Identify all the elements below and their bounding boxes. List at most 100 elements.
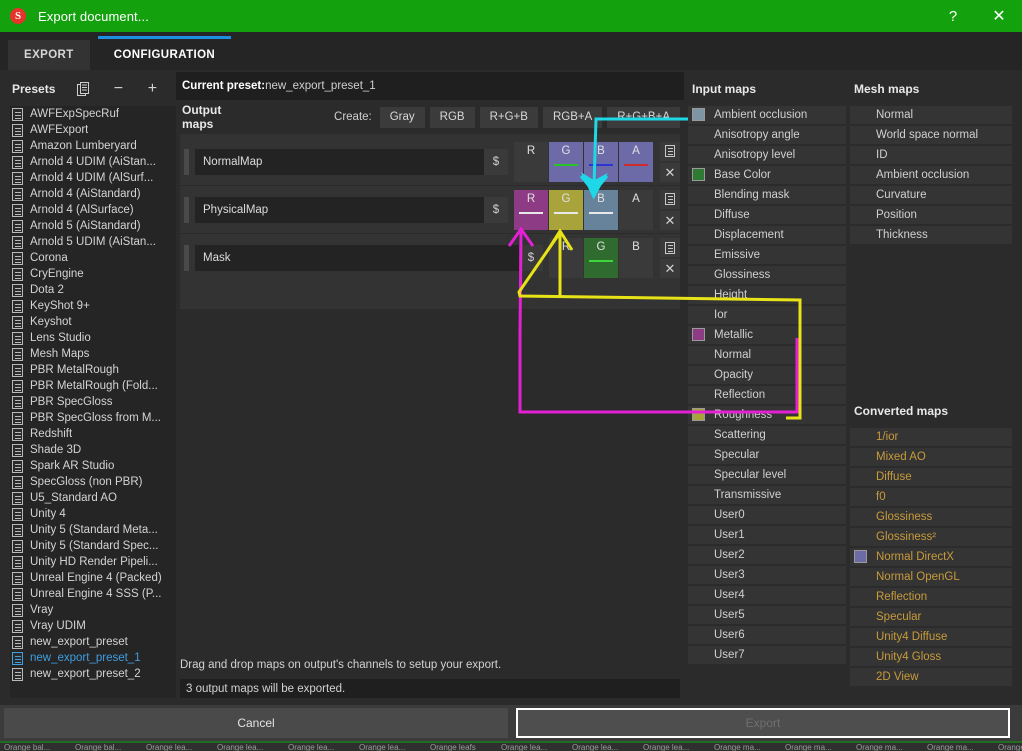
mesh-maps-item[interactable]: Curvature bbox=[850, 186, 1012, 204]
channel-slot-r[interactable]: R bbox=[514, 142, 548, 182]
preset-item[interactable]: SpecGloss (non PBR) bbox=[10, 474, 176, 490]
converted-maps-item[interactable]: Mixed AO bbox=[850, 448, 1012, 466]
input-maps-item[interactable]: Glossiness bbox=[688, 266, 846, 284]
preset-item[interactable]: Vray UDIM bbox=[10, 618, 176, 634]
converted-maps-item[interactable]: Glossiness² bbox=[850, 528, 1012, 546]
close-icon[interactable]: ✕ bbox=[976, 0, 1022, 32]
taskbar-item[interactable]: Orange lea... bbox=[639, 741, 710, 751]
preset-item[interactable]: Redshift bbox=[10, 426, 176, 442]
converted-maps-item[interactable]: Specular bbox=[850, 608, 1012, 626]
preset-item[interactable]: PBR SpecGloss bbox=[10, 394, 176, 410]
mesh-maps-item[interactable]: Ambient occlusion bbox=[850, 166, 1012, 184]
preset-item[interactable]: PBR MetalRough bbox=[10, 362, 176, 378]
tab-export[interactable]: EXPORT bbox=[8, 40, 90, 70]
input-maps-item[interactable]: Normal bbox=[688, 346, 846, 364]
converted-maps-item[interactable]: Diffuse bbox=[850, 468, 1012, 486]
input-maps-item[interactable]: Emissive bbox=[688, 246, 846, 264]
create-r-g-b-a-button[interactable]: R+G+B+A bbox=[607, 107, 680, 128]
add-preset-icon[interactable]: + bbox=[143, 80, 161, 98]
taskbar-item[interactable]: Orange bal... bbox=[71, 741, 142, 751]
converted-maps-item[interactable]: Normal OpenGL bbox=[850, 568, 1012, 586]
taskbar-item[interactable]: Orange lea... bbox=[568, 741, 639, 751]
preset-item[interactable]: AWFExport bbox=[10, 122, 176, 138]
preset-item[interactable]: Vray bbox=[10, 602, 176, 618]
taskbar-item[interactable]: Orange ma... bbox=[710, 741, 781, 751]
input-maps-item[interactable]: Anisotropy level bbox=[688, 146, 846, 164]
input-maps-item[interactable]: Transmissive bbox=[688, 486, 846, 504]
input-maps-item[interactable]: User3 bbox=[688, 566, 846, 584]
create-rgb-a-button[interactable]: RGB+A bbox=[543, 107, 602, 128]
row-drag-handle[interactable] bbox=[184, 245, 189, 271]
mesh-maps-list[interactable]: Normal World space normal ID Ambient occlus… bbox=[850, 106, 1012, 244]
input-maps-item[interactable]: User7 bbox=[688, 646, 846, 664]
converted-maps-item[interactable]: Reflection bbox=[850, 588, 1012, 606]
delete-row-button[interactable]: ✕ bbox=[660, 211, 680, 230]
input-maps-item[interactable]: Ambient occlusion bbox=[688, 106, 846, 124]
taskbar-item[interactable]: Orange leafs bbox=[426, 741, 497, 751]
input-maps-item[interactable]: Displacement bbox=[688, 226, 846, 244]
input-maps-item[interactable]: User6 bbox=[688, 626, 846, 644]
create-r-g-b-button[interactable]: R+G+B bbox=[480, 107, 538, 128]
duplicate-row-button[interactable] bbox=[660, 238, 680, 257]
preset-item[interactable]: Unity 5 (Standard Spec... bbox=[10, 538, 176, 554]
channel-slot-r[interactable]: R bbox=[549, 238, 583, 278]
row-drag-handle[interactable] bbox=[184, 197, 189, 223]
input-maps-item[interactable]: Blending mask bbox=[688, 186, 846, 204]
mesh-maps-item[interactable]: Position bbox=[850, 206, 1012, 224]
preset-item[interactable]: Unreal Engine 4 SSS (P... bbox=[10, 586, 176, 602]
insert-variable-button[interactable]: $ bbox=[484, 149, 508, 175]
delete-row-button[interactable]: ✕ bbox=[660, 259, 680, 278]
taskbar-item[interactable]: Orange lea... bbox=[142, 741, 213, 751]
preset-item[interactable]: CryEngine bbox=[10, 266, 176, 282]
input-maps-item[interactable]: Height bbox=[688, 286, 846, 304]
cancel-button[interactable]: Cancel bbox=[4, 708, 508, 738]
taskbar-item[interactable]: Orange lea... bbox=[355, 741, 426, 751]
preset-item[interactable]: KeyShot 9+ bbox=[10, 298, 176, 314]
taskbar-item[interactable]: Orange lea... bbox=[284, 741, 355, 751]
converted-maps-item[interactable]: 2D View bbox=[850, 668, 1012, 686]
preset-item[interactable]: Unreal Engine 4 (Packed) bbox=[10, 570, 176, 586]
duplicate-row-button[interactable] bbox=[660, 190, 680, 209]
preset-item[interactable]: Unity HD Render Pipeli... bbox=[10, 554, 176, 570]
preset-item[interactable]: Amazon Lumberyard bbox=[10, 138, 176, 154]
input-maps-list[interactable]: Ambient occlusionAnisotropy angleAnisotr… bbox=[688, 106, 846, 664]
export-button[interactable]: Export bbox=[516, 708, 1010, 738]
mesh-maps-item[interactable]: World space normal bbox=[850, 126, 1012, 144]
converted-maps-item[interactable]: Normal DirectX bbox=[850, 548, 1012, 566]
channel-slot-b[interactable]: B bbox=[619, 238, 653, 278]
converted-maps-item[interactable]: Glossiness bbox=[850, 508, 1012, 526]
channel-slot-a[interactable]: A bbox=[619, 142, 653, 182]
preset-item[interactable]: Dota 2 bbox=[10, 282, 176, 298]
preset-item[interactable]: Arnold 5 UDIM (AiStan... bbox=[10, 234, 176, 250]
input-maps-item[interactable]: User0 bbox=[688, 506, 846, 524]
input-maps-item[interactable]: Base Color bbox=[688, 166, 846, 184]
converted-maps-item[interactable]: Unity4 Diffuse bbox=[850, 628, 1012, 646]
mesh-maps-item[interactable]: Normal bbox=[850, 106, 1012, 124]
insert-variable-button[interactable]: $ bbox=[484, 197, 508, 223]
preset-item[interactable]: Arnold 4 UDIM (AiStan... bbox=[10, 154, 176, 170]
preset-item[interactable]: PBR SpecGloss from M... bbox=[10, 410, 176, 426]
input-maps-item[interactable]: User1 bbox=[688, 526, 846, 544]
help-button[interactable]: ? bbox=[930, 0, 976, 32]
insert-variable-button[interactable]: $ bbox=[519, 245, 543, 271]
preset-item[interactable]: U5_Standard AO bbox=[10, 490, 176, 506]
input-maps-item[interactable]: Specular bbox=[688, 446, 846, 464]
taskbar-item[interactable]: Orange ma... bbox=[994, 741, 1022, 751]
preset-item[interactable]: Arnold 4 (AlSurface) bbox=[10, 202, 176, 218]
converted-maps-item[interactable]: Unity4 Gloss bbox=[850, 648, 1012, 666]
preset-item[interactable]: new_export_preset_2 bbox=[10, 666, 176, 682]
input-maps-item[interactable]: Roughness bbox=[688, 406, 846, 424]
preset-item[interactable]: Shade 3D bbox=[10, 442, 176, 458]
channel-slot-b[interactable]: B bbox=[584, 142, 618, 182]
delete-row-button[interactable]: ✕ bbox=[660, 163, 680, 182]
preset-item[interactable]: Arnold 4 (AiStandard) bbox=[10, 186, 176, 202]
converted-maps-list[interactable]: 1/iorMixed AODiffusef0GlossinessGlossine… bbox=[850, 428, 1012, 686]
output-map-name-input[interactable]: NormalMap bbox=[195, 149, 484, 175]
preset-item[interactable]: Unity 5 (Standard Meta... bbox=[10, 522, 176, 538]
mesh-maps-item[interactable]: Thickness bbox=[850, 226, 1012, 244]
channel-slot-r[interactable]: R bbox=[514, 190, 548, 230]
mesh-maps-item[interactable]: ID bbox=[850, 146, 1012, 164]
output-map-name-input[interactable]: PhysicalMap bbox=[195, 197, 484, 223]
preset-item[interactable]: Mesh Maps bbox=[10, 346, 176, 362]
input-maps-item[interactable]: User2 bbox=[688, 546, 846, 564]
